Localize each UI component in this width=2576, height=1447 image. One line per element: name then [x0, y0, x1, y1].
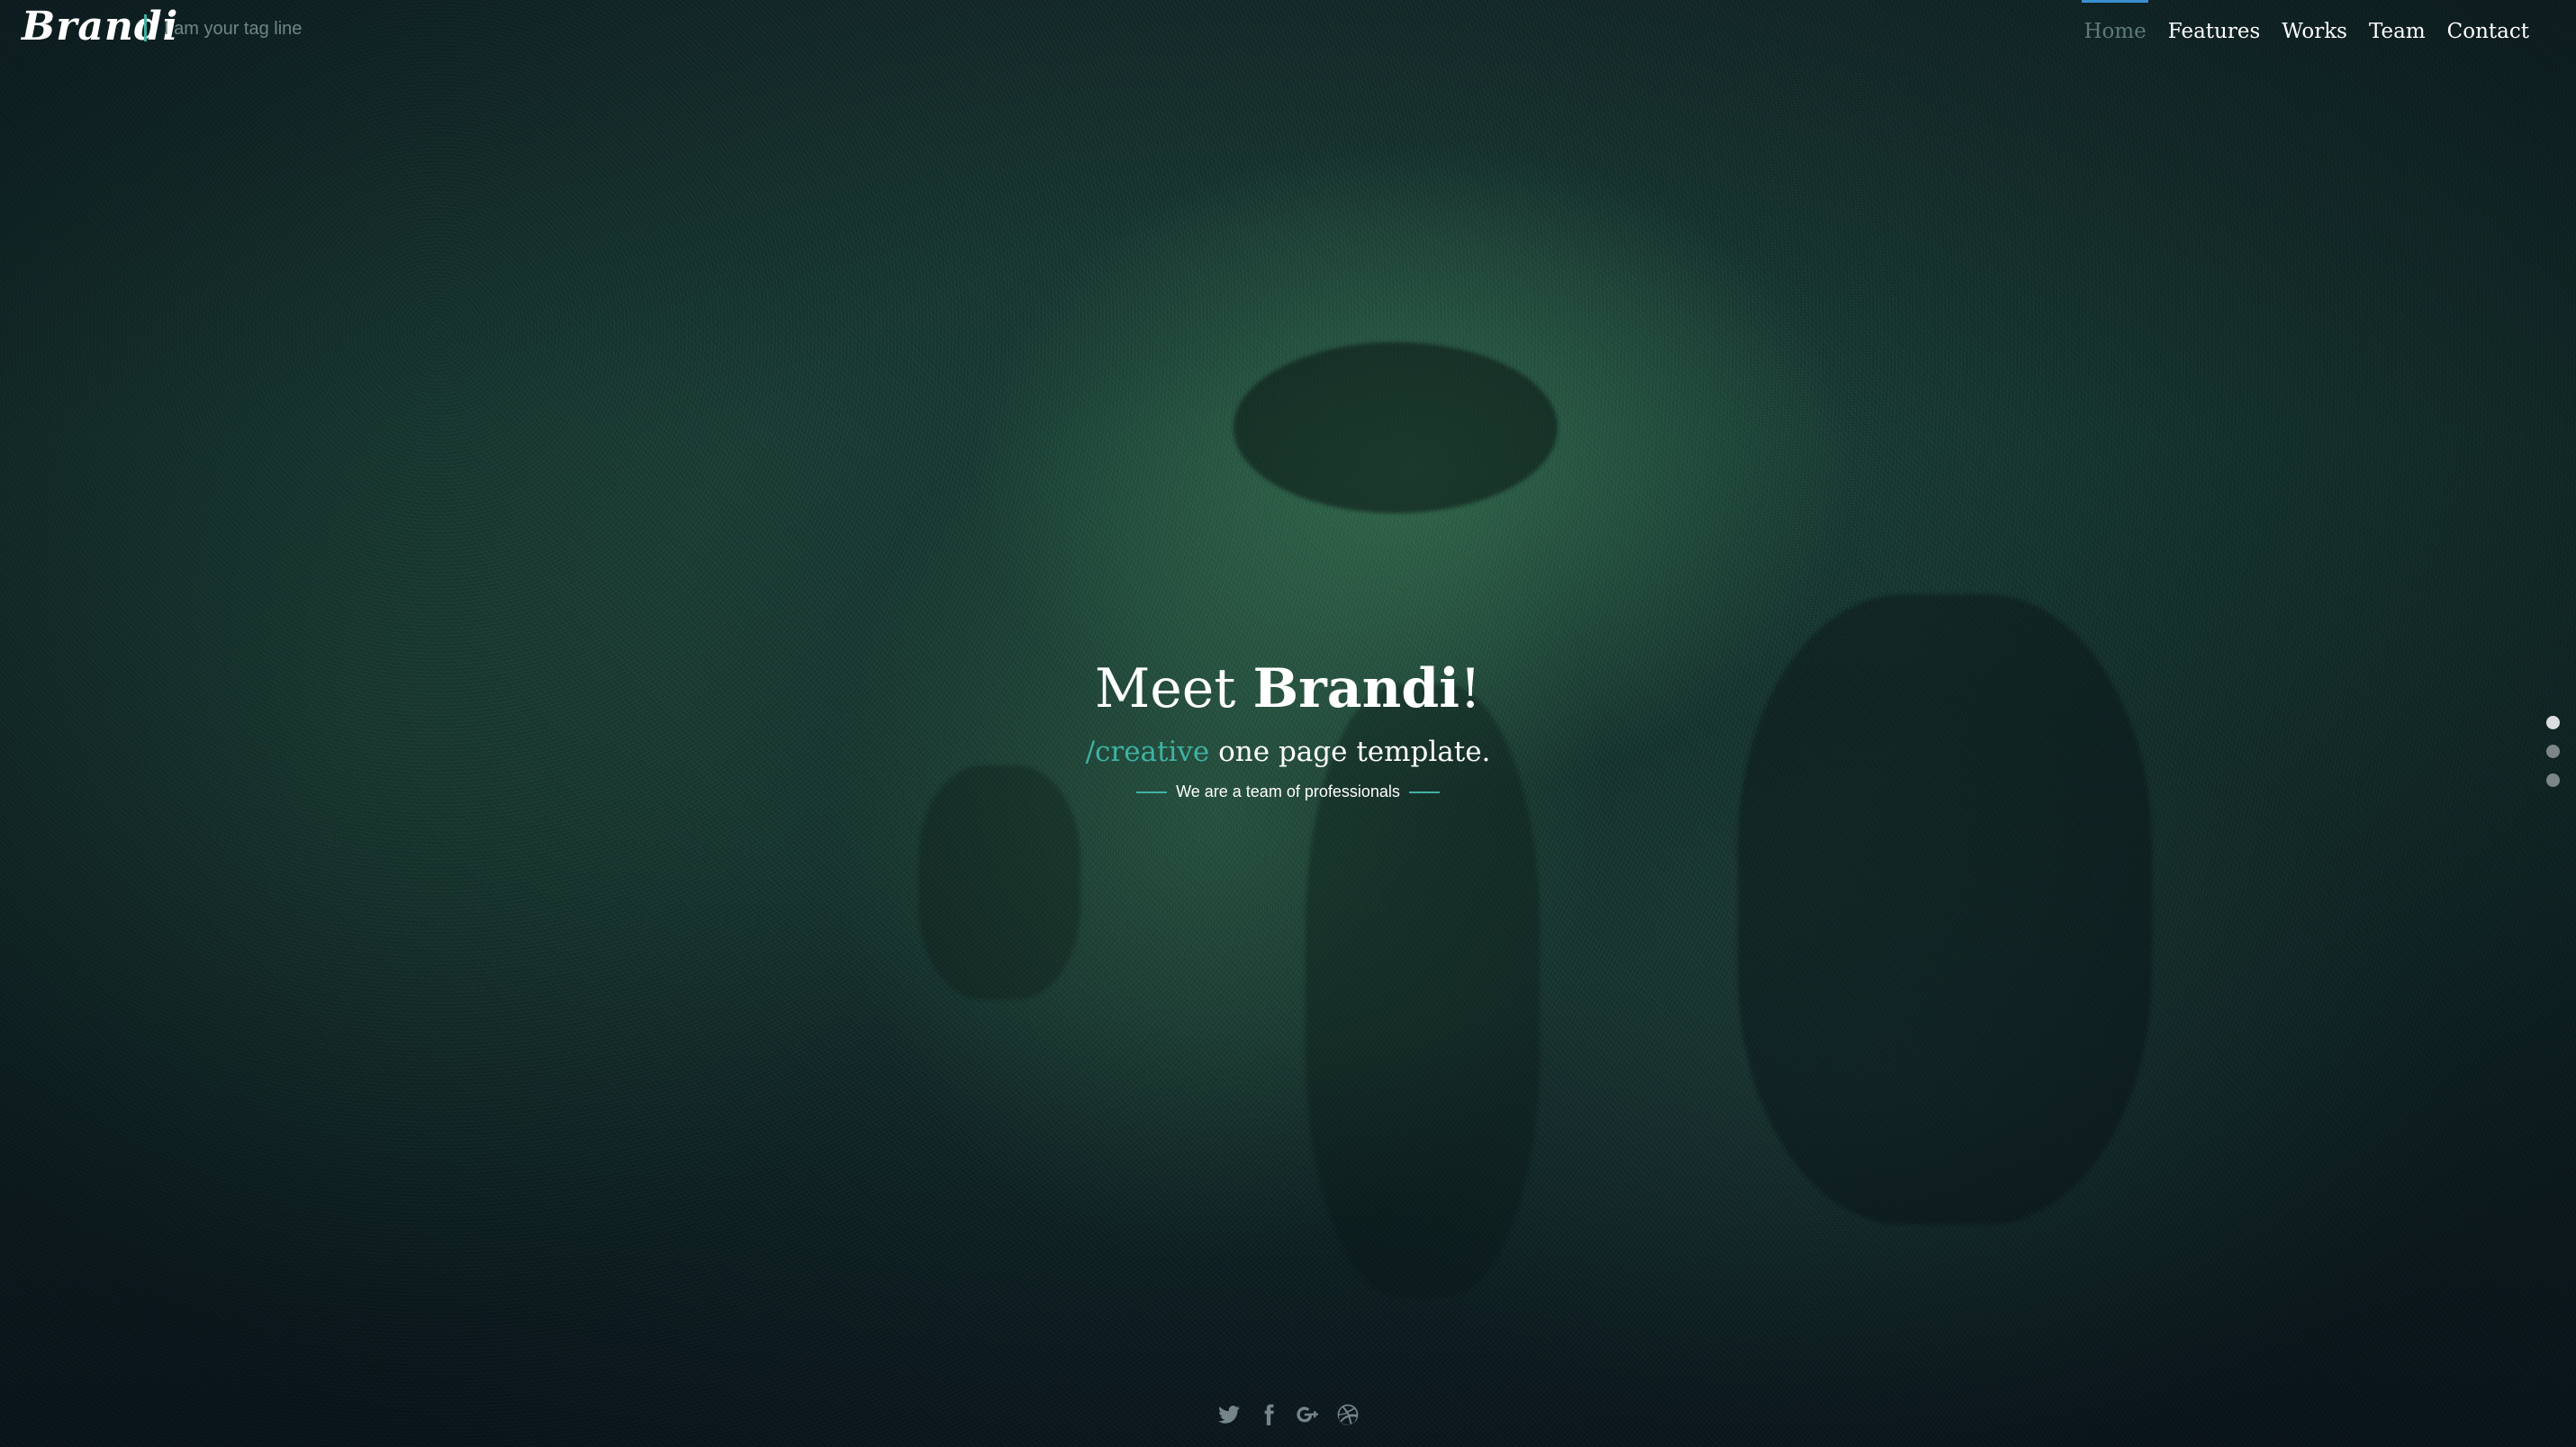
- facebook-icon[interactable]: [1257, 1403, 1280, 1426]
- headline-prefix: Meet: [1094, 657, 1253, 720]
- nav-item-home[interactable]: Home: [2073, 0, 2156, 43]
- brand-tagline: I am your tag line: [164, 19, 303, 39]
- headline-brand: Brandi: [1252, 657, 1460, 720]
- logo-divider: [144, 14, 147, 41]
- slider-dot-2[interactable]: [2546, 745, 2560, 758]
- social-links: [0, 1403, 2576, 1426]
- hero-small-text: We are a team of professionals: [1176, 782, 1400, 800]
- subheadline-accent: /creative: [1085, 736, 1210, 768]
- hero-section: Brandi I am your tag line Home Features …: [0, 0, 2576, 1447]
- hero-tagline: We are a team of professionals: [1127, 782, 1449, 801]
- nav-item-team[interactable]: Team: [2358, 0, 2436, 43]
- left-dash: [1136, 791, 1168, 793]
- site-header: Brandi I am your tag line Home Features …: [0, 0, 2576, 63]
- dribbble-icon[interactable]: [1336, 1403, 1360, 1426]
- nav-item-works[interactable]: Works: [2271, 0, 2358, 43]
- slider-dots: [2546, 716, 2560, 787]
- slider-dot-3[interactable]: [2546, 773, 2560, 787]
- twitter-icon[interactable]: [1217, 1403, 1241, 1426]
- main-nav: Home Features Works Team Contact: [2073, 0, 2540, 63]
- hero-content: Meet Brandi! /creative one page template…: [0, 653, 2576, 801]
- subheadline-text: one page template.: [1209, 736, 1491, 768]
- headline-suffix: !: [1460, 657, 1482, 720]
- hero-subheadline: /creative one page template.: [0, 725, 2576, 779]
- slider-dot-1[interactable]: [2546, 716, 2560, 729]
- right-dash: [1408, 791, 1440, 793]
- brand-logo[interactable]: Brandi: [22, 4, 178, 50]
- nav-item-contact[interactable]: Contact: [2436, 0, 2540, 43]
- nav-item-features[interactable]: Features: [2157, 0, 2272, 43]
- google-plus-icon[interactable]: [1296, 1403, 1320, 1426]
- hero-headline: Meet Brandi!: [0, 653, 2576, 725]
